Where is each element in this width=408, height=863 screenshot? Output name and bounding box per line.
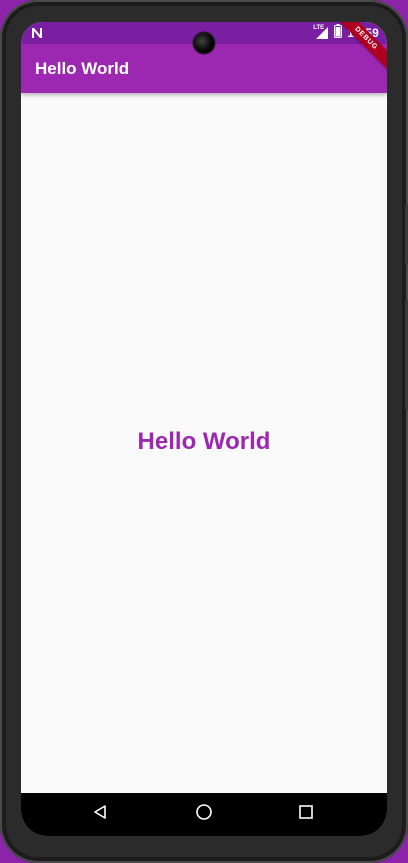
back-button[interactable] <box>90 804 110 824</box>
device-canvas: LTE 10:59 Hello World <box>0 0 408 863</box>
page-body: Hello World <box>21 93 387 793</box>
home-button[interactable] <box>194 803 214 826</box>
home-icon <box>195 803 213 826</box>
notification-n-icon <box>30 25 44 41</box>
front-camera <box>194 33 214 53</box>
back-icon <box>92 804 108 825</box>
lte-signal-icon: LTE <box>313 25 329 40</box>
recents-button[interactable] <box>296 804 316 824</box>
device-screen: LTE 10:59 Hello World <box>21 22 387 836</box>
hello-world-text: Hello World <box>137 428 271 455</box>
app-bar-title: Hello World <box>35 59 130 78</box>
navigation-bar <box>21 793 387 836</box>
recents-icon <box>298 804 314 825</box>
battery-icon <box>334 23 343 43</box>
